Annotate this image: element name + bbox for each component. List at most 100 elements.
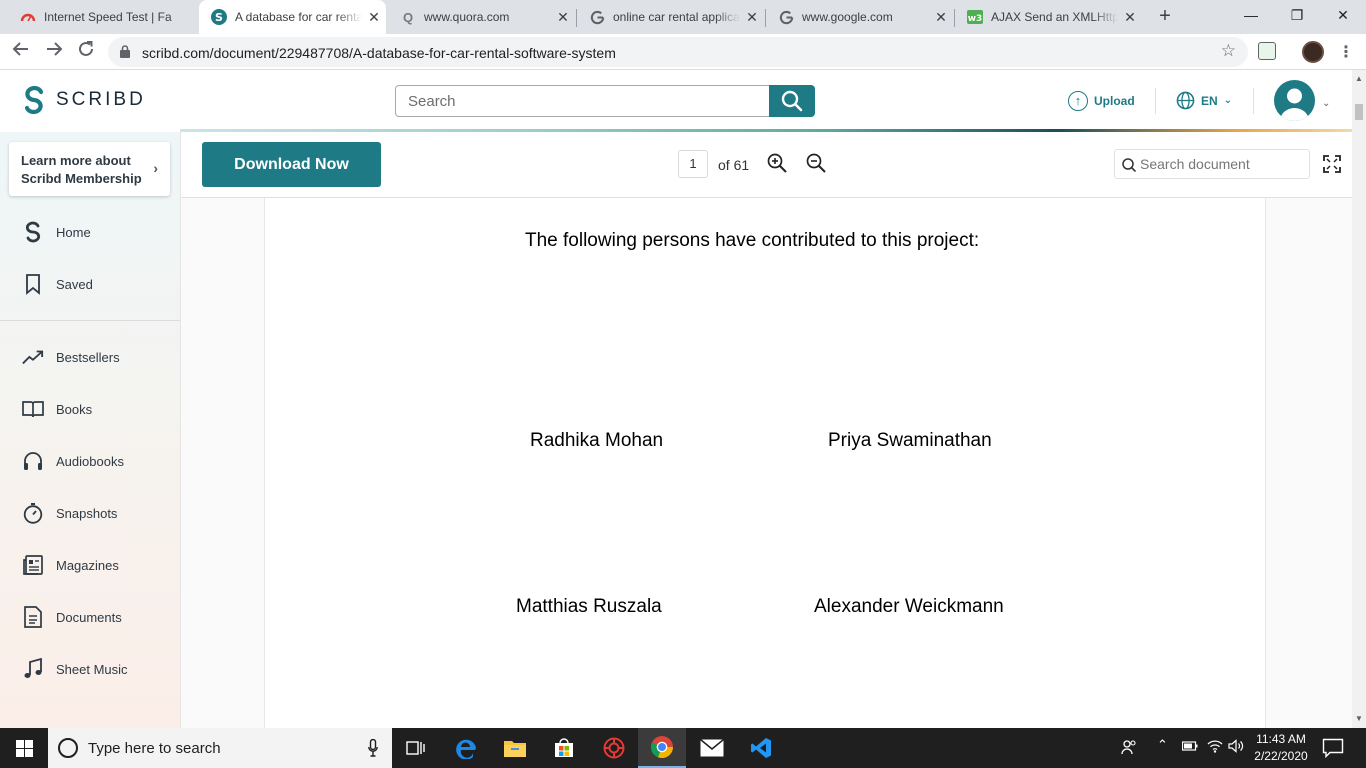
upload-button[interactable]: ↑ Upload [1068,91,1135,111]
trending-icon [22,346,44,368]
show-hidden-icons-chevron-icon[interactable]: ⌃ [1157,737,1168,753]
scroll-down-arrow-icon[interactable]: ▼ [1355,714,1363,723]
globe-icon [1176,91,1195,110]
svg-text:w3: w3 [968,14,983,24]
browser-profile-avatar[interactable] [1302,41,1324,63]
address-bar[interactable]: scribd.com/document/229487708/A-database… [108,37,1248,67]
close-tab-icon[interactable]: ✕ [1118,9,1142,26]
tab-title: AJAX Send an XMLHttp [991,10,1118,24]
people-icon[interactable] [1121,739,1137,758]
reload-icon [79,41,93,56]
sidebar-item-home[interactable]: Home [0,212,180,252]
taskbar-app-red[interactable] [590,728,638,768]
sidebar-item-bestsellers[interactable]: Bestsellers [0,337,180,377]
fullscreen-icon[interactable] [1323,155,1341,173]
action-center-icon[interactable] [1322,738,1344,758]
tab-google[interactable]: www.google.com ✕ [766,0,953,34]
task-view-button[interactable] [392,728,440,768]
header-divider [1253,88,1254,114]
membership-promo[interactable]: Learn more about Scribd Membership › [9,142,170,196]
taskbar-chrome[interactable] [638,728,686,768]
w3schools-icon: w3 [967,9,983,25]
sidebar-item-sheet-music[interactable]: Sheet Music [0,649,180,689]
account-menu-chevron-icon[interactable]: ⌄ [1322,98,1330,109]
search-document-placeholder: Search document [1140,156,1250,172]
sidebar-item-label: Books [56,401,93,417]
sidebar-divider [0,320,180,321]
taskbar-file-explorer[interactable] [491,728,539,768]
new-tab-button[interactable]: + [1153,5,1177,29]
chevron-down-icon: ⌄ [1223,95,1233,106]
tab-scribd-document[interactable]: S A database for car renta ✕ [199,0,386,34]
download-now-button[interactable]: Download Now [202,142,381,187]
tab-quora[interactable]: Q www.quora.com ✕ [388,0,575,34]
sidebar-item-magazines[interactable]: Magazines [0,545,180,585]
taskbar-search-box[interactable]: Type here to search [48,728,392,768]
close-tab-icon[interactable]: ✕ [362,9,386,26]
site-search-button[interactable] [769,85,815,117]
clock-time: 11:43 AM [1256,732,1306,746]
mail-envelope-icon [700,739,724,757]
close-tab-icon[interactable]: ✕ [551,9,575,26]
sidebar-item-saved[interactable]: Saved [0,264,180,304]
zoom-in-icon[interactable] [767,153,787,173]
user-silhouette-icon [1280,88,1309,121]
language-selector[interactable]: EN ⌄ [1176,91,1232,110]
scrollbar-thumb[interactable] [1355,104,1363,120]
page-number-input[interactable]: 1 [678,150,708,178]
start-button[interactable] [0,728,48,768]
magazine-icon [22,554,44,576]
sidebar-item-label: Snapshots [56,505,118,521]
sidebar-item-label: Home [56,224,91,240]
scroll-up-arrow-icon[interactable]: ▲ [1355,74,1363,83]
wifi-icon[interactable] [1207,739,1223,756]
document-viewer: The following persons have contributed t… [181,198,1352,728]
sidebar-item-audiobooks[interactable]: Audiobooks [0,441,180,481]
vscode-icon [751,738,771,758]
search-icon [781,90,803,112]
browser-menu-icon[interactable]: ⋮ [1338,42,1354,62]
book-icon [22,398,44,420]
sidebar-item-documents[interactable]: Documents [0,597,180,637]
taskbar-mail[interactable] [688,728,736,768]
back-button[interactable] [9,40,33,64]
page-scrollbar[interactable]: ▲ ▼ [1352,70,1366,728]
search-document-input[interactable]: Search document [1114,149,1310,179]
bookmark-star-icon[interactable]: ☆ [1221,41,1236,61]
close-tab-icon[interactable]: ✕ [740,9,764,26]
extension-icon[interactable] [1258,42,1276,60]
chevron-right-icon: › [153,160,158,176]
close-tab-icon[interactable]: ✕ [929,9,953,26]
taskbar-edge[interactable] [443,728,491,768]
tab-google-search[interactable]: online car rental applica ✕ [577,0,764,34]
forward-button[interactable] [42,40,66,64]
zoom-out-icon[interactable] [806,153,826,173]
sidebar-item-snapshots[interactable]: Snapshots [0,493,180,533]
tab-speedtest[interactable]: Internet Speed Test | Fa [8,0,198,34]
taskbar-store[interactable] [540,728,588,768]
taskbar-vscode[interactable] [737,728,785,768]
battery-icon[interactable] [1181,739,1198,756]
speedtest-icon [20,9,36,25]
microphone-icon[interactable] [368,739,378,757]
contributor-name: Priya Swaminathan [828,430,992,451]
windows-logo-icon [15,739,33,757]
restore-button[interactable]: ❐ [1274,0,1320,34]
tab-title: www.google.com [802,10,893,24]
sidebar-item-books[interactable]: Books [0,389,180,429]
system-clock[interactable]: 11:43 AM 2/22/2020 [1246,731,1316,765]
contributor-name: Matthias Ruszala [516,596,662,617]
site-search-input[interactable]: Search [395,85,770,117]
scribd-logo[interactable]: SCRIBD [24,86,146,114]
quora-icon: Q [402,9,414,25]
close-window-button[interactable]: ✕ [1320,0,1366,34]
minimize-button[interactable]: — [1228,0,1274,34]
reload-button[interactable] [74,40,98,64]
user-avatar[interactable] [1274,80,1315,121]
language-code: EN [1201,93,1218,108]
document-toolbar: Download Now 1 of 61 Search document [181,132,1352,198]
membership-line-2: Scribd Membership [21,171,142,186]
folder-icon [504,741,526,757]
tab-w3schools-ajax[interactable]: w3 AJAX Send an XMLHttp ✕ [955,0,1142,34]
volume-icon[interactable] [1228,739,1244,756]
